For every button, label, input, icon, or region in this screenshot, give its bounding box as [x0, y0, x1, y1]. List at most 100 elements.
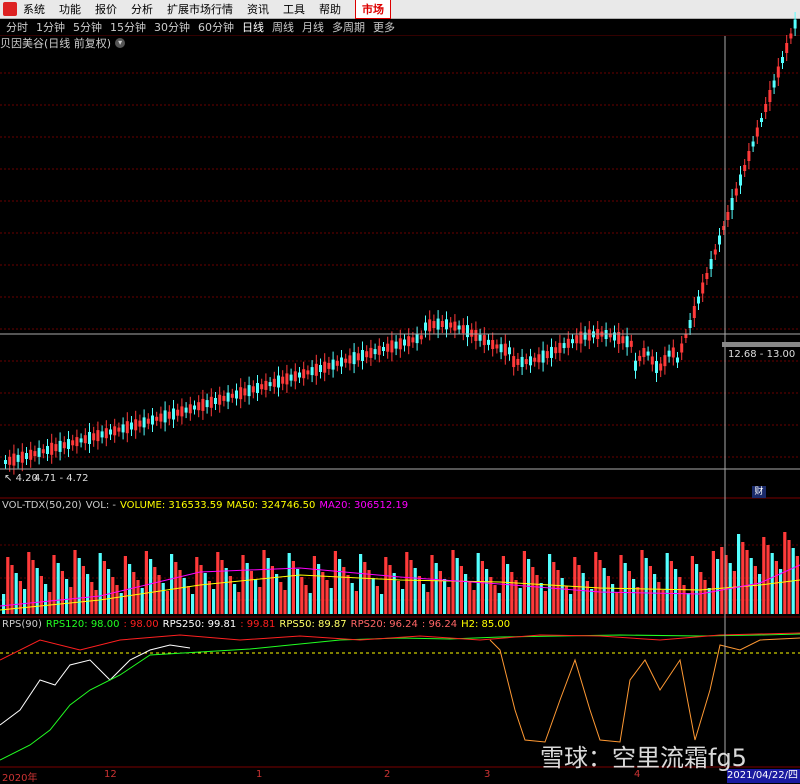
- volume-bar: [308, 593, 312, 614]
- volume-bar: [279, 582, 283, 614]
- volume-bar: [564, 586, 568, 614]
- volume-bar: [720, 547, 724, 614]
- candle-body: [306, 370, 310, 375]
- finance-badge[interactable]: 财: [752, 486, 766, 498]
- candle-body: [121, 424, 125, 433]
- ma20-value: MA20: 306512.19: [319, 500, 409, 511]
- rps20-value: RPS20: 96.24: [350, 619, 418, 630]
- volume-bar: [291, 561, 295, 614]
- candle-body: [58, 440, 62, 452]
- volume-bar: [480, 561, 484, 614]
- volume-bar: [455, 558, 459, 614]
- candle-body: [776, 66, 780, 78]
- candle-body: [667, 350, 671, 357]
- candle-body: [20, 451, 24, 463]
- volume-bar: [392, 573, 396, 614]
- volume-bar: [699, 572, 703, 614]
- candle-body: [520, 356, 524, 367]
- volume-bar: [31, 560, 35, 614]
- volume-bar: [186, 586, 190, 614]
- candle-body: [676, 357, 679, 363]
- low-price-marker: ↖ 4.20: [4, 473, 38, 484]
- candle-body: [8, 456, 12, 465]
- candle-body: [781, 57, 784, 63]
- volume-bar: [711, 551, 715, 614]
- volume-bar: [98, 553, 102, 614]
- volume-bar: [594, 552, 598, 614]
- candle-body: [293, 371, 297, 382]
- candle-body: [314, 363, 318, 376]
- candle-body: [688, 320, 692, 328]
- candle-body: [680, 343, 684, 353]
- volume-bar: [249, 571, 253, 614]
- volume-bar: [674, 569, 678, 614]
- volume-bar: [472, 590, 476, 614]
- volume-bar: [762, 537, 766, 614]
- volume-bar: [686, 593, 690, 614]
- candle-body: [235, 390, 238, 399]
- volume-bar: [23, 589, 27, 614]
- volume-bar: [325, 580, 329, 614]
- candle-body: [247, 385, 251, 397]
- volume-bar: [430, 555, 434, 614]
- volume-bar: [447, 587, 451, 614]
- volume-bar: [111, 577, 115, 614]
- candle-body: [327, 362, 331, 369]
- volume-bar: [27, 552, 31, 614]
- candle-body: [62, 442, 66, 449]
- candle-body: [747, 151, 751, 161]
- candle-body: [470, 329, 474, 337]
- candle-body: [272, 378, 276, 387]
- candle-body: [650, 356, 654, 365]
- candle-body: [205, 400, 209, 408]
- chart-canvas[interactable]: [0, 0, 800, 783]
- volume-bar: [569, 594, 573, 614]
- volume-bar: [619, 555, 623, 614]
- volume-bar: [312, 556, 316, 614]
- volume-bar: [258, 587, 262, 614]
- candle-body: [155, 416, 159, 421]
- candle-body: [201, 398, 205, 411]
- candle-body: [256, 383, 259, 393]
- candle-body: [46, 446, 49, 454]
- candle-body: [4, 460, 7, 464]
- volume-bar: [329, 588, 333, 614]
- candle-body: [323, 361, 327, 373]
- rps-indicator-name[interactable]: RPS(90): [2, 619, 42, 630]
- candle-body: [176, 409, 180, 416]
- volume-bar: [2, 594, 6, 614]
- candle-body: [579, 331, 583, 344]
- volume-bar: [338, 559, 342, 614]
- candle-body: [251, 386, 255, 393]
- candle-body: [436, 318, 440, 330]
- candle-body: [193, 405, 196, 410]
- candle-body: [419, 335, 423, 340]
- candle-body: [529, 356, 532, 366]
- candle-body: [138, 420, 142, 427]
- candle-body: [457, 325, 461, 330]
- candle-body: [403, 339, 406, 346]
- volume-bar: [434, 563, 438, 614]
- candle-body: [407, 336, 411, 347]
- vol-indicator-name[interactable]: VOL-TDX(50,20): [2, 500, 82, 511]
- rps120-line: [0, 644, 191, 726]
- candle-body: [159, 413, 163, 422]
- candle-body: [361, 350, 364, 361]
- candle-body: [268, 382, 272, 387]
- volume-bar: [615, 592, 619, 614]
- candle-body: [730, 198, 734, 210]
- volume-bar: [321, 572, 325, 614]
- volume-bar: [203, 573, 207, 614]
- volume-bar: [224, 568, 228, 614]
- candle-body: [495, 344, 499, 349]
- volume-bar: [468, 582, 472, 614]
- candle-body: [571, 339, 574, 344]
- candle-body: [550, 346, 553, 358]
- candle-body: [638, 355, 642, 361]
- x-axis-label: 2020年: [2, 773, 38, 784]
- candle-body: [684, 334, 688, 338]
- candle-body: [54, 444, 58, 452]
- volume-bar: [262, 550, 266, 614]
- volume-bar: [35, 568, 39, 614]
- candle-body: [29, 449, 33, 460]
